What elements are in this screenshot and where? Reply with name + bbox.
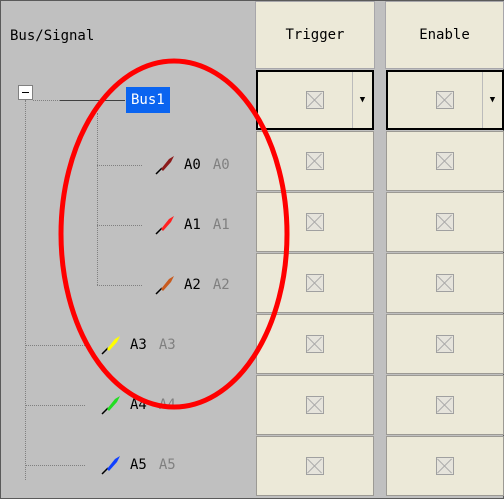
trigger-combo-bus1[interactable]: ▼ (256, 70, 374, 130)
disabled-checkbox-icon (436, 152, 454, 170)
collapse-toggle-icon[interactable] (18, 85, 33, 100)
trigger-cell-a2[interactable] (256, 253, 374, 313)
tree-guide-line (25, 405, 85, 406)
bus-connector-line (60, 100, 125, 101)
chevron-down-icon[interactable]: ▼ (352, 72, 372, 128)
signal-name: A3 (130, 337, 147, 353)
tree-guide-line (97, 225, 142, 226)
signal-alias: A0 (212, 157, 230, 173)
signal-name: A0 (184, 157, 201, 173)
tree-guide-line (25, 100, 26, 480)
signal-row-a3[interactable]: A3 A3 (100, 333, 176, 357)
tree-guide-line (33, 100, 60, 101)
probe-icon (155, 156, 174, 175)
signal-alias: A3 (158, 337, 176, 353)
signal-row-a1[interactable]: A1 A1 (154, 213, 230, 237)
enable-cell-a1[interactable] (386, 192, 504, 252)
tree-guide-line (97, 285, 142, 286)
signal-alias: A4 (158, 397, 176, 413)
enable-cell-a4[interactable] (386, 375, 504, 435)
header-trigger[interactable]: Trigger (255, 1, 375, 69)
disabled-checkbox-icon (306, 274, 324, 292)
signal-row-a4[interactable]: A4 A4 (100, 393, 176, 417)
chevron-down-icon[interactable]: ▼ (482, 72, 502, 128)
tree-guide-line (25, 345, 85, 346)
signal-name: A2 (184, 277, 201, 293)
signal-name: A1 (184, 217, 201, 233)
signal-row-a2[interactable]: A2 A2 (154, 273, 230, 297)
disabled-checkbox-icon (306, 152, 324, 170)
trigger-cell-a3[interactable] (256, 314, 374, 374)
tree-guide-line (97, 113, 98, 285)
disabled-checkbox-icon (436, 274, 454, 292)
disabled-checkbox-icon (306, 213, 324, 231)
disabled-checkbox-icon (306, 335, 324, 353)
enable-combo-bus1[interactable]: ▼ (386, 70, 504, 130)
signal-name: A5 (130, 457, 147, 473)
header-enable[interactable]: Enable (385, 1, 504, 69)
disabled-checkbox-icon (436, 396, 454, 414)
enable-cell-a2[interactable] (386, 253, 504, 313)
enable-cell-a5[interactable] (386, 436, 504, 496)
probe-icon (101, 456, 120, 475)
probe-icon (101, 396, 120, 415)
trigger-cell-a1[interactable] (256, 192, 374, 252)
tree-guide-line (25, 465, 85, 466)
signal-row-a5[interactable]: A5 A5 (100, 453, 176, 477)
signal-alias: A1 (212, 217, 230, 233)
enable-cell-a3[interactable] (386, 314, 504, 374)
probe-icon (155, 216, 174, 235)
disabled-checkbox-icon (436, 213, 454, 231)
tree-guide-line (97, 165, 142, 166)
signal-name: A4 (130, 397, 147, 413)
trigger-cell-a4[interactable] (256, 375, 374, 435)
signal-row-a0[interactable]: A0 A0 (154, 153, 230, 177)
enable-cell-a0[interactable] (386, 131, 504, 191)
disabled-checkbox-icon (436, 457, 454, 475)
trigger-cell-a5[interactable] (256, 436, 374, 496)
header-bus-signal[interactable]: Bus/Signal (10, 1, 250, 71)
disabled-checkbox-icon (306, 91, 324, 109)
signal-alias: A5 (158, 457, 176, 473)
disabled-checkbox-icon (436, 91, 454, 109)
disabled-checkbox-icon (306, 457, 324, 475)
bus-signal-tree (1, 1, 253, 498)
disabled-checkbox-icon (436, 335, 454, 353)
disabled-checkbox-icon (306, 396, 324, 414)
probe-icon (101, 336, 120, 355)
probe-icon (155, 276, 174, 295)
signal-alias: A2 (212, 277, 230, 293)
bus-label-selected[interactable]: Bus1 (126, 87, 170, 113)
trigger-cell-a0[interactable] (256, 131, 374, 191)
